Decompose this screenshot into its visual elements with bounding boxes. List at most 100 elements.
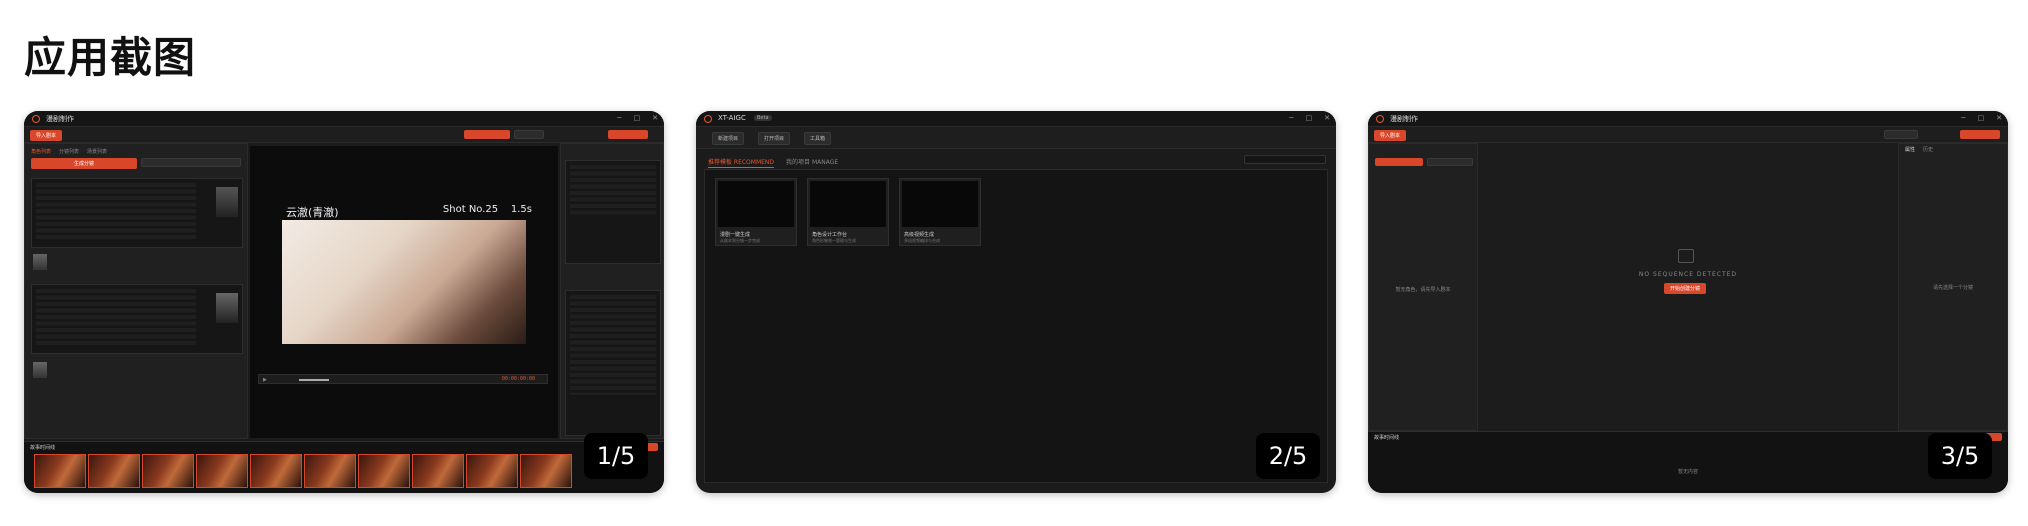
close-icon[interactable]: ✕ [652,114,658,122]
page-badge: 3/5 [1928,433,1992,479]
import-script-button[interactable]: 导入剧本 [30,130,63,141]
window-controls[interactable]: ─ □ ✕ [617,114,658,122]
shot-description-2 [36,289,196,347]
timeline-frame[interactable] [142,454,194,488]
template-card[interactable]: 角色设计工作台 角色形象统一管理与生成 [807,178,889,246]
window-controls[interactable]: ─ □ ✕ [1961,114,2002,122]
right-tabs[interactable]: 属性 历史 [1905,146,1933,153]
secondary-button[interactable] [1427,158,1473,166]
template-card[interactable]: 漫剧一键生成 从剧本到分镜一步完成 [715,178,797,246]
empty-title: NO SEQUENCE DETECTED [1638,271,1738,278]
minimize-icon[interactable]: ─ [617,114,621,122]
template-thumbnail [718,181,794,227]
settings-button[interactable] [514,130,544,139]
left-panel: 暂无角色，请先导入剧本 [1368,143,1478,431]
timeline[interactable]: 故事时间线 [24,441,664,493]
shot-title: 云澈(青澈) [286,206,339,219]
tab-history[interactable]: 历史 [1923,146,1933,153]
timeline-frame[interactable] [412,454,464,488]
timeline-frame[interactable] [34,454,86,488]
page-badge: 1/5 [584,433,648,479]
shot-detail-box[interactable] [565,290,661,436]
tab-recommend[interactable]: 推荐模板 RECOMMEND [708,157,775,168]
shot-description-1 [36,183,196,241]
timeline-frame[interactable] [250,454,302,488]
play-icon[interactable]: ▶ [263,377,267,383]
left-empty-message: 暂无角色，请先导入剧本 [1395,287,1451,293]
prompt-box[interactable] [565,160,661,264]
close-icon[interactable]: ✕ [1324,114,1330,122]
timeline-frame[interactable] [466,454,518,488]
tab-scenes[interactable]: 场景列表 [87,148,107,155]
title-bar: XT-AIGC Beta ─ □ ✕ [696,111,1336,127]
maximize-icon[interactable]: □ [1306,114,1313,122]
template-thumbnail [810,181,886,227]
maximize-icon[interactable]: □ [634,114,641,122]
toolbar: 新建项目 打开项目 工具箱 [696,127,1336,149]
render-button[interactable] [608,130,648,139]
close-icon[interactable]: ✕ [1996,114,2002,122]
character-avatar-1 [33,254,47,270]
volume-slider[interactable] [299,379,329,381]
tab-shots[interactable]: 分镜列表 [59,148,79,155]
playback-bar[interactable]: ▶ 00:00:00:00 [258,374,548,384]
home-tabs[interactable]: 推荐模板 RECOMMEND 我的项目 MANAGE [708,157,838,168]
template-thumbnail [902,181,978,227]
template-desc: 多段视频编排与合成 [904,238,940,243]
timeline-frame[interactable] [304,454,356,488]
window-controls[interactable]: ─ □ ✕ [1289,114,1330,122]
right-empty-message: 请先选择一个分镜 [1932,285,1973,291]
preview-image [282,220,526,344]
version-tag: Beta [754,115,772,121]
sequence-icon [1678,249,1694,263]
timeline-frame[interactable] [520,454,572,488]
timeline-frame[interactable] [196,454,248,488]
template-desc: 从剧本到分镜一步完成 [720,238,760,243]
app-logo-icon [32,115,40,123]
secondary-button[interactable] [141,158,241,167]
left-tabs[interactable]: 角色列表 分镜列表 场景列表 [31,148,107,155]
maximize-icon[interactable]: □ [1978,114,1985,122]
section-title: 应用截图 [24,33,197,82]
screenshot-card-3[interactable]: 漫剧制作 ─ □ ✕ 导入剧本 暂无角色，请先导入剧本 NO SEQUENCE … [1368,111,2008,493]
template-desc: 角色形象统一管理与生成 [812,238,856,243]
minimize-icon[interactable]: ─ [1289,114,1293,122]
app-logo-icon [704,115,712,123]
screenshot-card-1[interactable]: 漫剧制作 ─ □ ✕ 导入剧本 角色列表 分镜列表 场景列表 生成分镜 云澈(青… [24,111,664,493]
preview-panel: 云澈(青澈) Shot No.25 1.5s ▶ 00:00:00:00 [250,146,558,438]
app-title: XT-AIGC [718,114,746,122]
create-sequence-button[interactable]: 开始创建分镜 [1664,283,1707,294]
timecode: 00:00:00:00 [501,376,535,382]
shot-text-card-2[interactable] [31,284,243,354]
tab-characters[interactable]: 角色列表 [31,148,51,155]
generate-shots-button[interactable] [1375,158,1423,166]
export-button[interactable] [464,130,510,139]
template-card[interactable]: 高级视频生成 多段视频编排与合成 [899,178,981,246]
timeline-empty-message: 暂无内容 [1677,469,1698,475]
search-input[interactable] [1244,155,1326,164]
timeline-label: 故事时间线 [30,445,56,451]
import-script-button[interactable]: 导入剧本 [1374,130,1407,141]
app-title: 漫剧制作 [46,115,74,123]
settings-button[interactable] [1884,130,1918,139]
toolbox-button[interactable]: 工具箱 [804,132,832,145]
timeline[interactable]: 故事时间线 暂无内容 [1368,431,2008,493]
timeline-frame[interactable] [88,454,140,488]
tab-manage[interactable]: 我的项目 MANAGE [786,157,838,168]
tab-properties[interactable]: 属性 [1905,146,1915,153]
screenshot-card-2[interactable]: XT-AIGC Beta ─ □ ✕ 新建项目 打开项目 工具箱 推荐模板 RE… [696,111,1336,493]
timeline-frame[interactable] [358,454,410,488]
template-name: 角色设计工作台 [812,232,848,238]
title-bar: 漫剧制作 ─ □ ✕ [1368,111,2008,127]
template-grid: 漫剧一键生成 从剧本到分镜一步完成 角色设计工作台 角色形象统一管理与生成 高级… [704,169,1328,483]
new-project-button[interactable]: 新建项目 [712,132,745,145]
render-button[interactable] [1960,130,2000,139]
shot-detail-text [570,295,656,395]
shot-thumbnail-2 [216,293,238,323]
minimize-icon[interactable]: ─ [1961,114,1965,122]
open-project-button[interactable]: 打开项目 [758,132,791,145]
page-badge: 2/5 [1256,433,1320,479]
generate-shots-button[interactable]: 生成分镜 [31,158,137,169]
prompt-text [570,165,656,215]
shot-text-card-1[interactable] [31,178,243,248]
